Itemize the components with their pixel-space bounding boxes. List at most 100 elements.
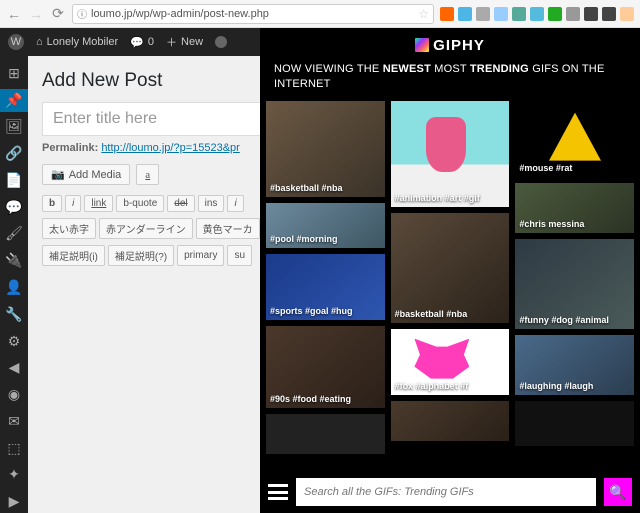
toolbar-i-button[interactable]: i xyxy=(227,195,243,212)
seo-indicator[interactable] xyxy=(215,36,227,48)
gif-thumbnail xyxy=(391,213,510,323)
sidebar-links-icon[interactable]: 🔗 xyxy=(0,142,28,165)
add-media-label: Add Media xyxy=(69,169,122,181)
sidebar-plugins-icon[interactable]: 🔌 xyxy=(0,249,28,272)
toolbar-bquote-button[interactable]: b-quote xyxy=(116,195,164,212)
reload-button[interactable]: ⟳ xyxy=(50,6,66,22)
giphy-search-input[interactable] xyxy=(296,478,596,506)
extension-icon[interactable] xyxy=(548,7,562,21)
gif-card[interactable]: #animation #art #gif xyxy=(391,101,510,207)
gif-card[interactable]: #pool #morning xyxy=(266,203,385,248)
gif-thumbnail xyxy=(391,101,510,207)
toolbar--button[interactable]: 補足説明(?) xyxy=(108,245,174,266)
sidebar-tools-icon[interactable]: 🔧 xyxy=(0,303,28,326)
sidebar-dashboard-icon[interactable]: ⊞ xyxy=(0,62,28,85)
gif-tags: #basketball #nba xyxy=(270,183,343,193)
gif-card[interactable] xyxy=(391,401,510,441)
gif-tags: #animation #art #gif xyxy=(395,193,480,203)
new-link[interactable]: ＋ New xyxy=(166,34,203,50)
sidebar-posts-icon[interactable]: 📌 xyxy=(0,89,28,112)
gif-card[interactable]: #chris messina xyxy=(515,183,634,233)
sidebar-settings-icon[interactable]: ⚙ xyxy=(0,330,28,353)
sidebar-comments-icon[interactable]: 💬 xyxy=(0,196,28,219)
sidebar-collapse-icon[interactable]: ◀ xyxy=(0,356,28,379)
bookmark-star-icon[interactable]: ☆ xyxy=(418,7,429,21)
site-link[interactable]: ⌂ Lonely Mobiler xyxy=(36,36,118,48)
gif-card[interactable] xyxy=(515,401,634,446)
giphy-logo-icon xyxy=(415,38,429,52)
extension-icon[interactable] xyxy=(602,7,616,21)
add-media-button[interactable]: 📷 Add Media xyxy=(42,164,130,185)
toolbar-ins-button[interactable]: ins xyxy=(198,195,225,212)
sidebar-appearance-icon[interactable]: 🖌 xyxy=(0,223,28,246)
comments-link[interactable]: 💬 0 xyxy=(130,36,154,49)
gif-tags: #chris messina xyxy=(519,219,584,229)
gif-tags: #funny #dog #animal xyxy=(519,315,609,325)
gif-tags: #pool #morning xyxy=(270,234,338,244)
giphy-column: #animation #art #gif #basketball #nba #fox… xyxy=(391,101,510,471)
giphy-search-button[interactable]: 🔍 xyxy=(604,478,632,506)
wp-logo[interactable]: W xyxy=(8,34,24,50)
home-icon: ⌂ xyxy=(36,36,43,48)
toolbar-del-button[interactable]: del xyxy=(167,195,194,212)
gif-tags: #fox #alphabet #f xyxy=(395,381,469,391)
hamburger-icon[interactable] xyxy=(268,484,288,500)
gif-card[interactable]: #laughing #laugh xyxy=(515,335,634,395)
gif-card[interactable]: #fox #alphabet #f xyxy=(391,329,510,395)
extension-icon[interactable] xyxy=(476,7,490,21)
toolbar-i-button[interactable]: 補足説明(i) xyxy=(42,245,105,266)
sidebar-feedback-icon[interactable]: ✉ xyxy=(0,410,28,433)
info-icon: ⓘ xyxy=(77,6,87,21)
gif-card[interactable]: #basketball #nba xyxy=(266,101,385,197)
camera-icon: 📷 xyxy=(51,168,65,181)
extension-icon[interactable] xyxy=(620,7,634,21)
plus-icon: ＋ xyxy=(166,34,177,50)
url-text: loumo.jp/wp/wp-admin/post-new.php xyxy=(91,8,269,20)
gif-tags: #sports #goal #hug xyxy=(270,306,353,316)
banner-newest: NEWEST xyxy=(383,63,431,75)
a-button[interactable]: a xyxy=(136,164,159,185)
sidebar-media-icon[interactable]: 🖼 xyxy=(0,116,28,139)
giphy-banner: NOW VIEWING THE NEWEST MOST TRENDING GIF… xyxy=(260,62,640,101)
comments-count: 0 xyxy=(148,36,154,48)
extension-icons xyxy=(440,7,634,21)
gif-card[interactable]: #funny #dog #animal xyxy=(515,239,634,329)
gif-card[interactable]: #sports #goal #hug xyxy=(266,254,385,320)
toolbar-b-button[interactable]: b xyxy=(42,195,62,212)
toolbar-link-button[interactable]: link xyxy=(84,195,113,212)
giphy-header: GIPHY xyxy=(260,28,640,62)
gif-thumbnail xyxy=(266,414,385,454)
toolbar-i-button[interactable]: i xyxy=(65,195,81,212)
forward-button[interactable]: → xyxy=(28,6,44,22)
sidebar-users-icon[interactable]: 👤 xyxy=(0,276,28,299)
gif-card[interactable]: #basketball #nba xyxy=(391,213,510,323)
extension-icon[interactable] xyxy=(530,7,544,21)
toolbar--button[interactable]: 赤アンダーライン xyxy=(99,218,193,239)
sidebar-seo-icon[interactable]: ◉ xyxy=(0,383,28,406)
sidebar-arrow-icon[interactable]: ▶ xyxy=(0,490,28,513)
giphy-panel: GIPHY NOW VIEWING THE NEWEST MOST TRENDI… xyxy=(260,28,640,513)
toolbar--button[interactable]: 太い赤字 xyxy=(42,218,96,239)
extension-icon[interactable] xyxy=(440,7,454,21)
extension-icon[interactable] xyxy=(512,7,526,21)
url-bar[interactable]: ⓘ loumo.jp/wp/wp-admin/post-new.php ☆ xyxy=(72,4,434,24)
toolbar--button[interactable]: 黄色マーカ xyxy=(196,218,260,239)
gif-thumbnail xyxy=(515,401,634,446)
giphy-grid: #basketball #nba #pool #morning #sports #g… xyxy=(260,101,640,471)
giphy-column: #mouse #rat #chris messina #funny #dog #an… xyxy=(515,101,634,471)
back-button[interactable]: ← xyxy=(6,6,22,22)
extension-icon[interactable] xyxy=(584,7,598,21)
permalink-url[interactable]: http://loumo.jp/?p=15523&pr xyxy=(101,142,240,154)
extension-icon[interactable] xyxy=(566,7,580,21)
toolbar-su-button[interactable]: su xyxy=(227,245,252,266)
extension-icon[interactable] xyxy=(458,7,472,21)
sidebar-pages-icon[interactable]: 📄 xyxy=(0,169,28,192)
sidebar-jetpack-icon[interactable]: ✦ xyxy=(0,463,28,486)
gif-card[interactable] xyxy=(266,414,385,454)
extension-icon[interactable] xyxy=(494,7,508,21)
sidebar-custom-icon[interactable]: ⬚ xyxy=(0,437,28,460)
gif-card[interactable]: #90s #food #eating xyxy=(266,326,385,408)
gif-card[interactable]: #mouse #rat xyxy=(515,101,634,177)
banner-text: NOW VIEWING THE xyxy=(274,63,383,75)
toolbar-primary-button[interactable]: primary xyxy=(177,245,224,266)
